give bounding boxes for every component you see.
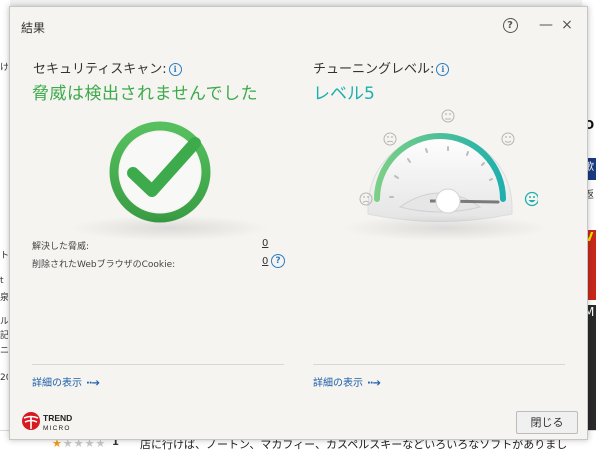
dialog-title: 結果 xyxy=(21,21,46,35)
arrow-right-icon: ··➔ xyxy=(86,378,100,389)
bg-fragment: t xyxy=(0,276,4,286)
help-icon: ? xyxy=(502,18,518,33)
resolved-threats-label: 解決した脅威: xyxy=(32,242,90,252)
resolved-threats-value[interactable]: 0 xyxy=(262,238,268,249)
gauge-shadow xyxy=(340,215,550,241)
arrow-right-icon: ··➔ xyxy=(367,378,381,389)
check-shadow xyxy=(70,215,270,241)
question-icon[interactable]: ? xyxy=(271,254,285,268)
deleted-cookies-label: 削除されたWebブラウザのCookie: xyxy=(32,260,176,270)
bg-fragment: 泉 xyxy=(0,293,8,303)
bg-fragment: け xyxy=(0,63,8,73)
right-divider xyxy=(313,364,565,365)
check-mark-icon xyxy=(109,121,211,223)
tuning-details-link[interactable]: 詳細の表示 ··➔ xyxy=(313,374,381,389)
bg-fragment: ト xyxy=(0,251,8,261)
trend-micro-logo-icon: TREND MICRO xyxy=(22,412,72,432)
help-button[interactable]: ? xyxy=(500,15,520,35)
info-icon[interactable]: i xyxy=(436,63,450,76)
logo-text-line1: TREND xyxy=(43,413,72,423)
minimize-button[interactable]: — xyxy=(536,15,556,35)
logo-text-line2: MICRO xyxy=(43,425,71,432)
bg-fragment: 記 xyxy=(0,331,8,341)
title-bar: 結果 ? — × xyxy=(10,7,587,43)
trend-micro-logo: TREND MICRO xyxy=(21,409,81,435)
scan-status: 脅威は検出されませんでした xyxy=(32,84,259,104)
security-scan-label: セキュリティスキャン: xyxy=(33,62,167,77)
tuning-level-label: チューニングレベル: xyxy=(313,62,435,77)
close-window-button[interactable]: × xyxy=(557,15,577,35)
tuning-level-heading: チューニングレベル: i xyxy=(313,58,450,77)
bg-fragment: ニ xyxy=(0,346,8,356)
info-icon[interactable]: i xyxy=(168,63,182,76)
results-dialog: 結果 ? — × セキュリティスキャン: i 脅威は検出されませんでした 解決した… xyxy=(9,6,588,440)
tuning-details-label: 詳細の表示 xyxy=(313,378,363,389)
deleted-cookies-value[interactable]: 0 xyxy=(262,256,268,267)
bg-fragment: 20 xyxy=(0,373,8,383)
bg-fragment: ル xyxy=(0,317,8,327)
security-details-label: 詳細の表示 xyxy=(32,378,82,389)
security-details-link[interactable]: 詳細の表示 ··➔ xyxy=(32,374,100,389)
close-button[interactable]: 閉じる xyxy=(516,411,578,434)
security-scan-heading: セキュリティスキャン: i xyxy=(33,58,182,77)
left-divider xyxy=(32,364,284,365)
